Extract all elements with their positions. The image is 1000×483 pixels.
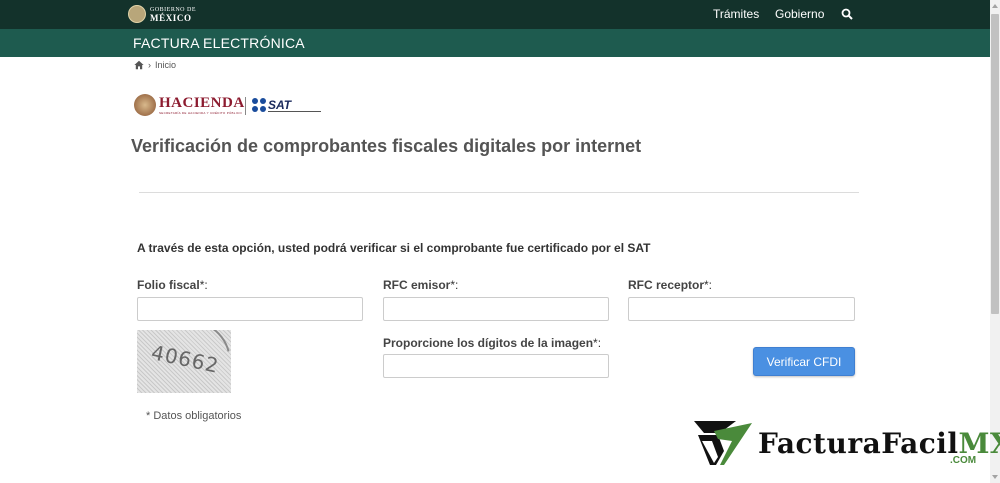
facturafacilmx-watermark: FacturaFacilMX .COM [694,421,1000,467]
folio-fiscal-label-text: Folio fiscal [137,278,200,292]
required-mark: *: [704,278,713,292]
breadcrumb-separator: › [148,60,151,70]
scroll-up-arrow-icon[interactable] [992,4,998,8]
rfc-emisor-input[interactable] [383,297,609,321]
captcha-input[interactable] [383,354,609,378]
captcha-label-text: Proporcione los dígitos de la imagen [383,336,594,350]
divider [139,192,859,193]
gov-logo-big-text: MÉXICO [150,13,192,23]
facturafacil-logo-icon [694,421,752,465]
folio-fiscal-label: Folio fiscal*: [137,278,208,292]
required-fields-note: * Datos obligatorios [146,410,242,422]
nav-link-gobierno[interactable]: Gobierno [775,7,824,21]
breadcrumb: › Inicio [134,60,176,70]
top-nav-bar: GOBIERNO DE MÉXICO Trámites Gobierno [0,0,990,29]
hacienda-seal-icon [134,94,156,116]
required-mark: *: [593,336,602,350]
rfc-emisor-label-text: RFC emisor [383,278,451,292]
hacienda-logo: HACIENDA SECRETARÍA DE HACIENDA Y CRÉDIT… [134,94,245,116]
scroll-thumb[interactable] [991,14,999,314]
brand-domain: .COM [950,455,977,466]
rfc-receptor-label-text: RFC receptor [628,278,705,292]
gobierno-mexico-logo[interactable]: GOBIERNO DE MÉXICO [128,5,196,23]
rfc-emisor-label: RFC emisor*: [383,278,458,292]
sat-wordmark: SAT [268,98,292,112]
verificar-cfdi-button[interactable]: Verificar CFDI [753,347,855,376]
hacienda-subtitle: SECRETARÍA DE HACIENDA Y CRÉDITO PÚBLICO [159,110,242,115]
hacienda-logo-text: HACIENDA SECRETARÍA DE HACIENDA Y CRÉDIT… [159,94,245,115]
captcha-image: 40662 [137,330,231,393]
logo-divider [245,97,246,115]
section-title[interactable]: FACTURA ELECTRÓNICA [133,35,305,51]
form-intro-text: A través de esta opción, usted podrá ver… [137,241,651,255]
nav-link-tramites[interactable]: Trámites [713,7,759,21]
brand-name: FacturaFacil [758,427,959,460]
breadcrumb-current: Inicio [155,60,177,70]
gov-logo-text: GOBIERNO DE MÉXICO [150,6,196,23]
search-icon[interactable] [841,8,853,20]
page-title: Verificación de comprobantes fiscales di… [131,136,642,156]
sat-underline [268,111,321,112]
sat-logo: SAT [252,98,291,112]
sat-dots-icon [252,98,266,112]
home-icon[interactable] [134,60,144,70]
hacienda-name: HACIENDA [159,94,245,111]
scroll-down-arrow-icon[interactable] [992,475,998,479]
mexico-seal-icon [128,5,146,23]
required-mark: *: [450,278,459,292]
folio-fiscal-input[interactable] [137,297,363,321]
required-mark: *: [199,278,208,292]
rfc-receptor-label: RFC receptor*: [628,278,712,292]
captcha-label: Proporcione los dígitos de la imagen*: [383,336,601,350]
page-scrollbar[interactable] [990,0,1000,483]
rfc-receptor-input[interactable] [628,297,855,321]
section-header-bar: FACTURA ELECTRÓNICA [0,29,990,57]
